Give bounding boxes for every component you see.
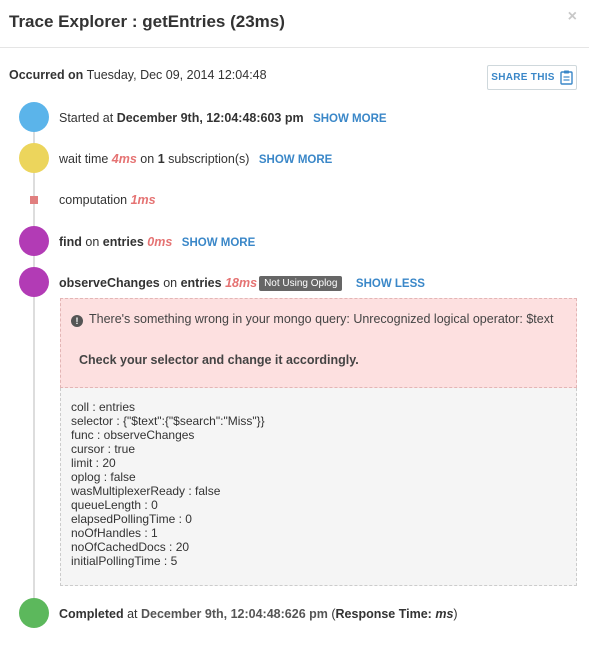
detail-line: queueLength : 0 — [71, 498, 158, 512]
observe-show-less-link[interactable]: SHOW LESS — [356, 278, 425, 290]
started-time: December 9th, 12:04:48:603 pm — [116, 111, 304, 125]
wait-prefix: wait time — [59, 152, 112, 166]
error-text: There's something wrong in your mongo qu… — [89, 312, 554, 326]
response-time-value: ms — [435, 607, 454, 621]
error-message: ! There's something wrong in your mongo q… — [71, 312, 561, 327]
observe-time: 18ms — [225, 276, 258, 290]
error-tip: Check your selector and change it accord… — [79, 353, 359, 367]
computation-time: 1ms — [130, 193, 156, 207]
wait-show-more-link[interactable]: SHOW MORE — [259, 154, 332, 166]
completed-close: ) — [453, 607, 458, 621]
observe-op: observeChanges — [59, 276, 160, 290]
find-collection: entries — [102, 235, 144, 249]
detail-line: oplog : false — [71, 470, 136, 484]
modal-title: Trace Explorer : getEntries (23ms) — [9, 12, 285, 31]
clipboard-icon — [560, 70, 573, 85]
modal-header: Trace Explorer : getEntries (23ms) × — [0, 0, 589, 48]
find-op: find — [59, 235, 82, 249]
occurred-label: Occurred on — [9, 68, 84, 82]
computation-label: computation — [59, 193, 131, 207]
started-show-more-link[interactable]: SHOW MORE — [313, 113, 386, 125]
warning-icon: ! — [71, 315, 83, 327]
timeline-computation: computation 1ms — [59, 193, 156, 207]
occurred-value: Tuesday, Dec 09, 2014 12:04:48 — [86, 68, 267, 82]
share-label: SHARE THIS — [491, 72, 555, 83]
detail-line: func : observeChanges — [71, 428, 195, 442]
detail-line: initialPollingTime : 5 — [71, 554, 178, 568]
oplog-badge: Not Using Oplog — [259, 276, 343, 291]
detail-line: noOfCachedDocs : 20 — [71, 540, 190, 554]
wait-time: 4ms — [111, 152, 137, 166]
occurred-on: Occurred on Tuesday, Dec 09, 2014 12:04:… — [9, 68, 267, 82]
detail-line: coll : entries — [71, 400, 136, 414]
observe-mid: on — [159, 276, 181, 290]
share-button[interactable]: SHARE THIS — [487, 65, 577, 90]
timeline-line — [33, 118, 35, 612]
completed-dot — [19, 598, 49, 628]
wait-count: 1 — [157, 152, 165, 166]
find-dot — [19, 226, 49, 256]
timeline-observe: observeChanges on entries 18ms Not Using … — [59, 276, 425, 291]
started-dot — [19, 102, 49, 132]
close-icon[interactable]: × — [568, 8, 577, 26]
timeline-wait: wait time 4ms on 1 subscription(s) SHOW … — [59, 152, 332, 166]
detail-line: cursor : true — [71, 442, 136, 456]
detail-line: limit : 20 — [71, 456, 116, 470]
completed-time: December 9th, 12:04:48:626 pm — [140, 607, 328, 621]
timeline-started: Started at December 9th, 12:04:48:603 pm… — [59, 111, 387, 125]
find-mid: on — [81, 235, 103, 249]
completed-open: ( — [327, 607, 336, 621]
observe-collection: entries — [180, 276, 222, 290]
detail-line: wasMultiplexerReady : false — [71, 484, 221, 498]
completed-mid: at — [123, 607, 141, 621]
timeline-completed: Completed at December 9th, 12:04:48:626 … — [59, 607, 458, 621]
wait-dot — [19, 143, 49, 173]
error-box: ! There's something wrong in your mongo q… — [60, 298, 577, 388]
detail-line: selector : {"$text":{"$search":"Miss"}} — [71, 414, 265, 428]
wait-mid: on — [136, 152, 158, 166]
started-prefix: Started at — [59, 111, 117, 125]
detail-line: noOfHandles : 1 — [71, 526, 158, 540]
computation-marker — [30, 196, 38, 204]
find-time: 0ms — [147, 235, 173, 249]
observe-dot — [19, 267, 49, 297]
detail-line: elapsedPollingTime : 0 — [71, 512, 192, 526]
completed-label: Completed — [59, 607, 124, 621]
find-show-more-link[interactable]: SHOW MORE — [182, 237, 255, 249]
query-details: coll : entries selector : {"$text":{"$se… — [60, 388, 577, 586]
response-time-label: Response Time: — [335, 607, 432, 621]
wait-suffix: subscription(s) — [164, 152, 250, 166]
timeline-find: find on entries 0ms SHOW MORE — [59, 235, 255, 249]
